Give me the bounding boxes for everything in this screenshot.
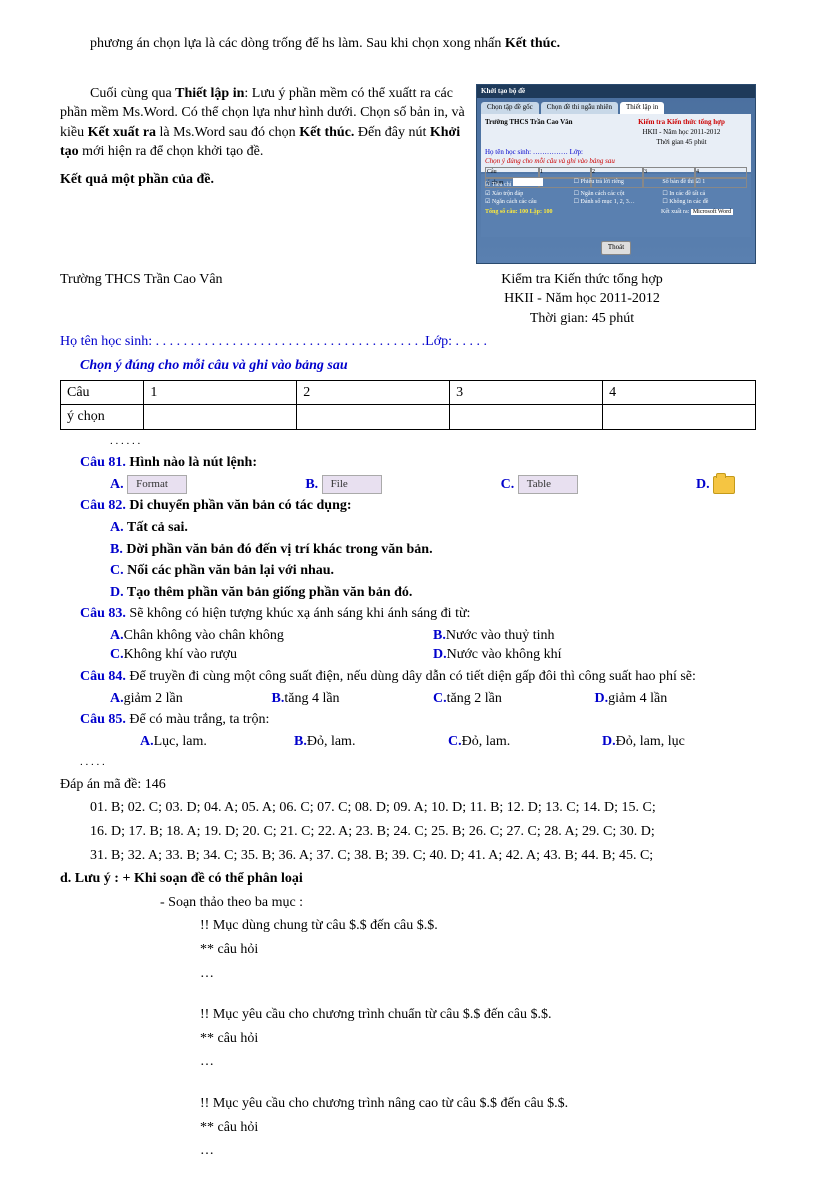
note-7: … bbox=[200, 1052, 756, 1072]
table-menu-icon: Table bbox=[518, 475, 578, 494]
note-10: … bbox=[200, 1141, 756, 1161]
q83-c: C.Không khí vào rượu bbox=[110, 645, 433, 665]
row-ychon: ý chọn bbox=[61, 405, 144, 430]
q81-options: A. Format B. File C. Table D. bbox=[80, 475, 756, 495]
dialog-cell-4: 4 bbox=[695, 167, 747, 177]
note-d-title: d. Lưu ý : + Khi soạn đề có thể phân loạ… bbox=[60, 869, 756, 889]
q85-d: D.Đỏ, lam, lục bbox=[602, 732, 756, 752]
exam-school: Trường THCS Trần Cao Vân bbox=[60, 270, 408, 329]
note-6: ** câu hỏi bbox=[200, 1029, 756, 1049]
dialog-tab-2: Chọn đề thi ngẫu nhiên bbox=[541, 102, 618, 114]
q84-c: C.tăng 2 lần bbox=[433, 689, 595, 709]
dialog-close-button: Thoát bbox=[601, 241, 631, 255]
dots: . . . . . . bbox=[110, 434, 756, 449]
dialog-cell-cau: Câu bbox=[485, 167, 539, 177]
dialog-cell-1: 1 bbox=[539, 167, 591, 177]
q85: Câu 85. Để có màu trắng, ta trộn: bbox=[80, 710, 756, 730]
q82-b: B. Dời phần văn bản đó đến vị trí khác t… bbox=[110, 540, 756, 560]
exam-title: Kiểm tra Kiến thức tổng hợp bbox=[408, 270, 756, 290]
note-2: !! Mục dùng chung từ câu $.$ đến câu $.$… bbox=[200, 916, 756, 936]
note-4: … bbox=[200, 964, 756, 984]
dialog-cell-2: 2 bbox=[591, 167, 643, 177]
intro-bold: Kết thúc. bbox=[505, 36, 560, 51]
file-menu-icon: File bbox=[322, 475, 382, 494]
q82-a: A. Tất cả sai. bbox=[110, 518, 756, 538]
q85-c: C.Đỏ, lam. bbox=[448, 732, 602, 752]
th-2: 2 bbox=[297, 380, 450, 405]
dialog-student-label: Họ tên học sinh: …………… Lớp: bbox=[485, 148, 747, 158]
format-menu-icon: Format bbox=[127, 475, 187, 494]
intro-text: phương án chọn lựa là các dòng trống để … bbox=[90, 36, 505, 51]
th-cau: Câu bbox=[61, 380, 144, 405]
dialog-tab-1: Chọn tập đề gốc bbox=[481, 102, 539, 114]
q84-b: B.tăng 4 lần bbox=[272, 689, 434, 709]
dialog-total: Tổng số câu: 100 Lặp: 100 bbox=[485, 208, 657, 216]
dialog-tab-3: Thiết lập in bbox=[620, 102, 664, 114]
folder-open-icon bbox=[713, 476, 735, 494]
exam-time: Thời gian: 45 phút bbox=[408, 309, 756, 329]
note-9: ** câu hỏi bbox=[200, 1118, 756, 1138]
answer-key-title: Đáp án mã đề: 146 bbox=[60, 775, 756, 795]
note-8: !! Mục yêu cầu cho chương trình nâng cao… bbox=[200, 1094, 756, 1114]
q84: Câu 84. Để truyền đi cùng một công suất … bbox=[80, 667, 756, 687]
q83-d: D.Nước vào không khí bbox=[433, 645, 756, 665]
th-3: 3 bbox=[450, 380, 603, 405]
dialog-exam-title: Kiểm tra Kiến thức tổng hợp bbox=[616, 118, 747, 128]
q84-d: D.giảm 4 lần bbox=[595, 689, 757, 709]
dialog-ketxuat-label: Kết xuất ra: bbox=[661, 209, 689, 215]
answer-line-1: 01. B; 02. C; 03. D; 04. A; 05. A; 06. C… bbox=[90, 798, 756, 818]
q85-a: A.Lục, lam. bbox=[140, 732, 294, 752]
q85-b: B.Đỏ, lam. bbox=[294, 732, 448, 752]
q83-b: B.Nước vào thuỷ tinh bbox=[433, 626, 756, 646]
answer-line-2: 16. D; 17. B; 18. A; 19. D; 20. C; 21. C… bbox=[90, 822, 756, 842]
dialog-cell-3: 3 bbox=[643, 167, 695, 177]
answer-instruction: Chọn ý đúng cho mỗi câu và ghi vào bảng … bbox=[80, 356, 756, 376]
th-4: 4 bbox=[603, 380, 756, 405]
dialog-exam-sub: HKII - Năm học 2011-2012 bbox=[616, 128, 747, 138]
q81: Câu 81. Hình nào là nút lệnh: bbox=[80, 453, 756, 473]
dialog-school: Trường THCS Trần Cao Vân bbox=[485, 118, 616, 147]
print-setup-dialog-thumbnail: Khởi tạo bộ đề Chọn tập đề gốcChọn đề th… bbox=[476, 84, 756, 264]
answer-line-3: 31. B; 32. A; 33. B; 34. C; 35. B; 36. A… bbox=[90, 846, 756, 866]
dialog-exam-time: Thời gian 45 phút bbox=[616, 138, 747, 148]
dialog-word-option: Microsoft Word bbox=[691, 209, 733, 215]
note-5: !! Mục yêu cầu cho chương trình chuẩn từ… bbox=[200, 1005, 756, 1025]
exam-subtitle: HKII - Năm học 2011-2012 bbox=[408, 289, 756, 309]
answer-table: Câu 1 2 3 4 ý chọn bbox=[60, 380, 756, 430]
note-1: - Soạn thảo theo ba mục : bbox=[160, 893, 756, 913]
note-3: ** câu hỏi bbox=[200, 940, 756, 960]
th-1: 1 bbox=[144, 380, 297, 405]
q83: Câu 83. Sẽ không có hiện tượng khúc xạ á… bbox=[80, 604, 756, 624]
q84-a: A.giảm 2 lần bbox=[110, 689, 272, 709]
dialog-title: Khởi tạo bộ đề bbox=[477, 85, 755, 99]
q82: Câu 82. Di chuyển phần văn bản có tác dụ… bbox=[80, 496, 756, 516]
q82-d: D. Tạo thêm phần văn bản giống phần văn … bbox=[110, 583, 756, 603]
dialog-instr: Chọn ý đúng cho mỗi câu và ghi vào bảng … bbox=[485, 157, 747, 167]
student-name-line: Họ tên học sinh: . . . . . . . . . . . .… bbox=[60, 332, 756, 352]
intro-paragraph: phương án chọn lựa là các dòng trống để … bbox=[60, 34, 756, 54]
q83-a: A.Chân không vào chân không bbox=[110, 626, 433, 646]
q82-c: C. Nối các phần văn bản lại với nhau. bbox=[110, 561, 756, 581]
